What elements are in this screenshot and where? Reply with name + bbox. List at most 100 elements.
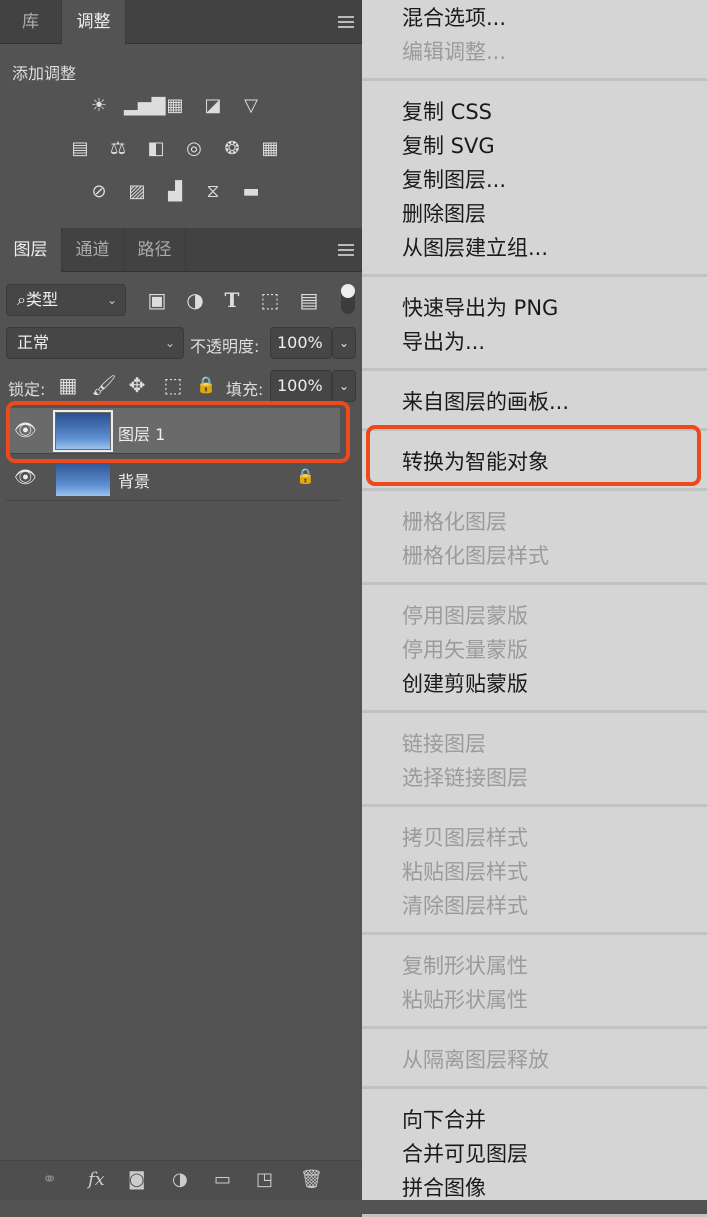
menu-item[interactable]: 合并可见图层 [362, 1137, 707, 1171]
search-icon: ⌕ [17, 290, 26, 309]
menu-group: 向下合并 合并可见图层 拼合图像 [362, 1089, 707, 1217]
layer-name: 背景 [118, 472, 151, 491]
menu-item[interactable]: 从图层建立组... [362, 231, 707, 265]
tab-library[interactable]: 库 [0, 0, 62, 44]
tab-adjustments[interactable]: 调整 [62, 0, 126, 45]
filter-type-icon[interactable]: T [219, 289, 245, 311]
menu-item[interactable]: 复制图层... [362, 163, 707, 197]
menu-item[interactable]: 删除图层 [362, 197, 707, 231]
menu-group: 快速导出为 PNG 导出为... [362, 277, 707, 371]
panel-menu-icon[interactable] [338, 16, 354, 28]
menu-group: 拷贝图层样式 粘贴图层样式 清除图层样式 [362, 807, 707, 935]
menu-item: 从隔离图层释放 [402, 1048, 549, 1072]
tab-paths[interactable]: 路径 [124, 228, 186, 272]
menu-item: 栅格化图层 [402, 510, 507, 534]
menu-group: 从隔离图层释放 [362, 1029, 707, 1089]
menu-item[interactable]: 向下合并 [362, 1103, 707, 1137]
new-group-folder-icon[interactable]: ▭ [214, 1169, 231, 1190]
new-adjustment-layer-icon[interactable]: ◑ [172, 1169, 188, 1190]
fill-dropdown[interactable]: ⌄ [332, 370, 356, 402]
tab-layers[interactable]: 图层 [0, 228, 62, 273]
menu-item: 拷贝图层样式 [402, 826, 528, 850]
menu-item: 粘贴形状属性 [402, 988, 528, 1012]
link-layers-icon[interactable]: ⚭ [42, 1169, 57, 1190]
menu-item[interactable]: 导出为... [362, 325, 707, 359]
menu-group: 停用图层蒙版 停用矢量蒙版创建剪贴蒙版 [362, 585, 707, 713]
opacity-label: 不透明度: [190, 337, 260, 356]
delete-layer-trash-icon[interactable]: 🗑 [300, 1169, 323, 1190]
add-mask-icon[interactable]: ◙ [128, 1169, 145, 1190]
menu-item[interactable]: 创建剪贴蒙版 [362, 667, 707, 701]
levels-icon[interactable]: ▂▅▇ [124, 95, 166, 117]
highlight-box-menu-item [366, 425, 701, 486]
menu-item: 链接图层 [402, 732, 486, 756]
menu-item: 停用矢量蒙版 [402, 638, 528, 662]
blend-mode-select[interactable]: 正常 ⌄ [6, 327, 184, 359]
lock-position-move-icon[interactable]: ✥ [124, 374, 150, 396]
menu-group: 混合选项... 编辑调整... [362, 1, 707, 81]
filter-smart-object-icon[interactable]: ▤ [296, 289, 322, 311]
fx-layer-style-icon[interactable]: fx [88, 1169, 105, 1190]
layer-context-menu: 混合选项... 编辑调整... 复制 CSS 复制 SVG 复制图层... 删除图层 从图层… [362, 0, 707, 1217]
tab-channels[interactable]: 通道 [62, 228, 124, 272]
menu-group: 链接图层选择链接图层 [362, 713, 707, 807]
chevron-down-icon: ⌄ [164, 336, 175, 350]
visibility-eye-icon[interactable]: 👁 [14, 467, 37, 488]
black-white-icon[interactable]: ◧ [143, 138, 169, 160]
posterize-icon[interactable]: ▨ [124, 181, 150, 203]
fill-input[interactable]: 100% [270, 370, 332, 402]
menu-group: 复制 CSS 复制 SVG 复制图层... 删除图层 从图层建立组... [362, 81, 707, 277]
lock-label: 锁定: [8, 380, 46, 399]
photo-filter-icon[interactable]: ◎ [181, 138, 207, 160]
lock-all-icon[interactable]: 🔒 [193, 374, 219, 396]
opacity-dropdown[interactable]: ⌄ [332, 327, 356, 359]
panel-menu-icon[interactable] [338, 244, 354, 256]
menu-item: 清除图层样式 [402, 894, 528, 918]
menu-group: 来自图层的画板... [362, 371, 707, 431]
color-balance-icon[interactable]: ⚖ [105, 138, 131, 160]
vibrance-icon[interactable]: ▽ [238, 95, 264, 117]
curves-icon[interactable]: ▦ [162, 95, 188, 117]
menu-item[interactable]: 复制 SVG [362, 129, 707, 163]
layer-filter-select[interactable]: ⌕类型 ⌄ [6, 284, 126, 316]
filter-pixel-icon[interactable]: ▣ [144, 289, 170, 311]
layers-footer: ⚭ fx ◙ ◑ ▭ ◳ 🗑 [0, 1160, 362, 1200]
lock-image-brush-icon[interactable]: 🖌 [91, 374, 117, 396]
menu-item: 停用图层蒙版 [402, 604, 528, 628]
layer-lock-icon: 🔒 [296, 467, 315, 485]
menu-item[interactable]: 混合选项... [362, 1, 707, 35]
threshold-icon[interactable]: ▟ [162, 181, 188, 203]
menu-item: 粘贴图层样式 [402, 860, 528, 884]
invert-icon[interactable]: ⊘ [86, 181, 112, 203]
chevron-down-icon: ⌄ [106, 293, 117, 307]
menu-item[interactable]: 复制 CSS [362, 95, 707, 129]
filter-shape-icon[interactable]: ⬚ [257, 289, 283, 311]
opacity-input[interactable]: 100% [270, 327, 332, 359]
exposure-icon[interactable]: ◪ [200, 95, 226, 117]
lock-artboard-icon[interactable]: ⬚ [160, 374, 186, 396]
gradient-map-icon[interactable]: ▬ [238, 181, 264, 203]
fill-label: 填充: [226, 380, 264, 399]
color-lookup-icon[interactable]: ▦ [257, 138, 283, 160]
menu-item: 复制形状属性 [402, 954, 528, 978]
new-layer-icon[interactable]: ◳ [256, 1169, 273, 1190]
adjust-tabbar: 库 调整 [0, 0, 362, 45]
menu-item: 栅格化图层样式 [402, 544, 549, 568]
menu-item: 选择链接图层 [402, 766, 528, 790]
menu-item[interactable]: 快速导出为 PNG [362, 291, 707, 325]
menu-group: 栅格化图层栅格化图层样式 [362, 491, 707, 585]
layers-tabbar: 图层 通道 路径 [0, 228, 362, 273]
filter-toggle[interactable] [341, 284, 355, 314]
lock-transparent-icon[interactable]: ▦ [55, 374, 81, 396]
add-adjustment-title: 添加调整 [12, 64, 77, 83]
brightness-contrast-icon[interactable]: ☀ [86, 95, 112, 117]
menu-item[interactable]: 来自图层的画板... [362, 385, 707, 419]
selective-color-icon[interactable]: ⧖ [200, 181, 226, 203]
filter-adjustment-icon[interactable]: ◑ [182, 289, 208, 311]
menu-group: 复制形状属性 粘贴形状属性 [362, 935, 707, 1029]
hue-saturation-icon[interactable]: ▤ [67, 138, 93, 160]
panel-area: 库 调整 添加调整 ☀ ▂▅▇ ▦ ◪ ▽ ▤ ⚖ ◧ ◎ ❂ ▦ ⊘ ▨ ▟ ⧖ ▬ 图层 通道 路径 ⌕类… [0, 0, 362, 1200]
menu-item: 编辑调整... [402, 40, 507, 64]
highlight-box-layer [6, 401, 350, 463]
channel-mixer-icon[interactable]: ❂ [219, 138, 245, 160]
